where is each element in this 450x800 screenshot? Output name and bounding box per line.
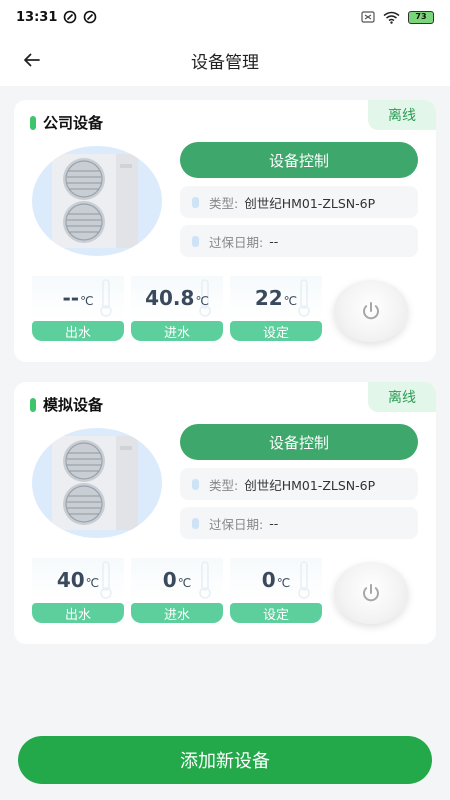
type-label: 类型: [209,477,239,493]
device-control-button[interactable]: 设备控制 [180,142,418,178]
inlet-water-metric: 0℃ 进水 [131,558,223,624]
status-bar: 13:31 73 [0,0,450,34]
status-time: 13:31 [16,9,58,25]
metric-label: 进水 [131,603,223,623]
device-title: 模拟设备 [30,394,103,415]
metric-value: 0 [162,568,177,592]
heat-pump-image [32,428,162,538]
metric-unit: ℃ [85,576,100,590]
metric-unit: ℃ [177,576,192,590]
set-temp-metric: 0℃ 设定 [230,558,322,624]
sim-icon [361,11,375,23]
metric-unit: ℃ [276,576,291,590]
warranty-row: 过保日期: -- [180,225,418,257]
warranty-label: 过保日期: [209,234,264,250]
warranty-row: 过保日期: -- [180,507,418,539]
device-title: 公司设备 [30,112,103,133]
metric-value: 40 [56,568,85,592]
device-card[interactable]: 公司设备 离线 设备控制 类型: 创世纪HM01-ZLSN-6P 过保日期: -… [14,100,436,362]
inlet-water-metric: 40.8℃ 进水 [131,276,223,342]
device-card[interactable]: 模拟设备 离线 设备控制 类型: 创世纪HM01-ZLSN-6P 过保日期: -… [14,382,436,644]
type-value: 创世纪HM01-ZLSN-6P [244,477,376,493]
metric-label: 出水 [32,603,124,623]
metric-value: -- [62,286,80,310]
device-name: 模拟设备 [43,396,104,414]
metric-label: 设定 [230,603,322,623]
wifi-icon [383,11,400,24]
device-type-row: 类型: 创世纪HM01-ZLSN-6P [180,468,418,500]
battery-icon: 73 [408,10,434,24]
set-temp-metric: 22℃ 设定 [230,276,322,342]
nav-bar: 设备管理 [0,34,450,86]
metric-value: 40.8 [145,286,195,310]
device-control-button[interactable]: 设备控制 [180,424,418,460]
metric-label: 进水 [131,321,223,341]
info-dot-icon [192,517,199,529]
power-icon [363,584,379,602]
title-dot-icon [30,115,36,130]
status-bar-right: 73 [361,10,434,24]
metric-label: 出水 [32,321,124,341]
device-name: 公司设备 [43,114,104,132]
notification-icon [64,10,77,24]
power-button[interactable] [334,280,408,342]
back-button[interactable] [18,46,46,74]
add-device-button[interactable]: 添加新设备 [18,736,432,784]
type-value: 创世纪HM01-ZLSN-6P [244,195,376,211]
status-badge: 离线 [368,100,436,130]
status-badge: 离线 [368,382,436,412]
type-label: 类型: [209,195,239,211]
power-icon [363,302,379,320]
outlet-water-metric: --℃ 出水 [32,276,124,342]
warranty-label: 过保日期: [209,516,264,532]
status-bar-left: 13:31 [16,10,97,25]
notification-icon-2 [84,10,97,24]
title-dot-icon [30,397,36,412]
heat-pump-image [32,146,162,256]
metric-label: 设定 [230,321,322,341]
outlet-water-metric: 40℃ 出水 [32,558,124,624]
back-arrow-icon [24,53,40,67]
metric-value: 22 [254,286,283,310]
info-dot-icon [192,478,199,490]
metric-unit: ℃ [195,294,209,308]
device-type-row: 类型: 创世纪HM01-ZLSN-6P [180,186,418,218]
metric-value: 0 [261,568,276,592]
power-button[interactable] [334,562,408,624]
warranty-value: -- [269,515,279,531]
info-dot-icon [192,235,199,247]
metric-unit: ℃ [283,294,298,308]
page-title: 设备管理 [191,52,259,73]
metric-unit: ℃ [80,294,94,308]
info-dot-icon [192,196,199,208]
warranty-value: -- [269,233,279,249]
